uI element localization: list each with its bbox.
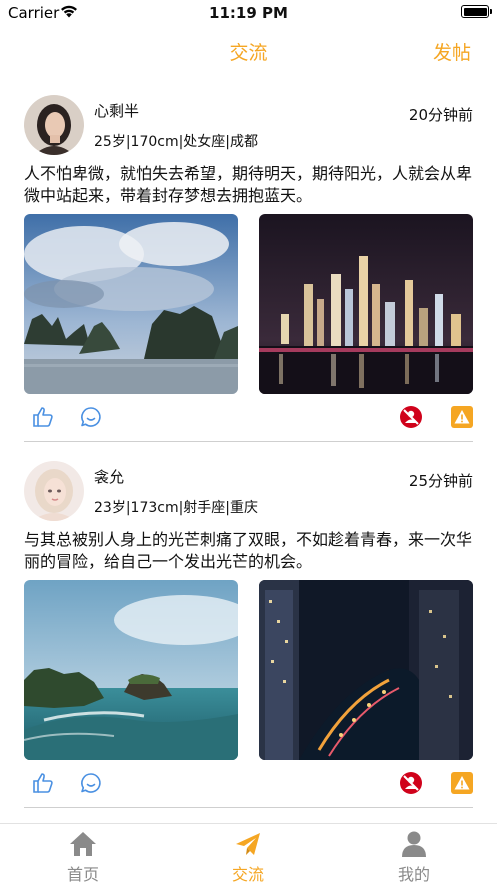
battery-icon — [461, 5, 492, 18]
tab-bar: 首页 交流 我的 — [0, 823, 497, 883]
tab-mine[interactable]: 我的 — [354, 824, 474, 883]
status-time: 11:19 PM — [209, 4, 288, 22]
home-icon — [70, 832, 96, 856]
nav-bar: 交流 发帖 — [0, 26, 497, 76]
post-content: 与其总被别人身上的光芒刺痛了双眼，不如趁着青春，来一次华丽的冒险，给自己一个发出… — [24, 530, 473, 571]
tab-exchange[interactable]: 交流 — [188, 824, 308, 883]
post-photo[interactable] — [259, 580, 473, 760]
post-photo[interactable] — [259, 214, 473, 394]
post-photo[interactable] — [24, 214, 238, 394]
comment-bubble-icon[interactable] — [79, 771, 103, 795]
post-feed[interactable]: 心剩半 20分钟前 25岁|170cm|处女座|成都 人不怕卑微，就怕失去希望，… — [0, 76, 497, 823]
user-info: 23岁|173cm|射手座|重庆 — [94, 500, 259, 516]
user-info: 25岁|170cm|处女座|成都 — [94, 134, 259, 150]
block-user-icon[interactable] — [399, 405, 423, 429]
warning-icon[interactable] — [450, 771, 474, 795]
user-avatar[interactable] — [24, 95, 84, 155]
user-name[interactable]: 心剩半 — [94, 100, 139, 121]
post-content: 人不怕卑微，就怕失去希望，期待明天，期待阳光，人就会从卑微中站起来，带着封存梦想… — [24, 164, 473, 205]
user-avatar[interactable] — [24, 461, 84, 521]
tab-label: 首页 — [66, 865, 99, 883]
paper-plane-icon — [236, 833, 260, 855]
post-card: 衾允 25分钟前 23岁|173cm|射手座|重庆 与其总被别人身上的光芒刺痛了… — [0, 442, 497, 808]
post-time: 20分钟前 — [408, 106, 473, 124]
post-card: 心剩半 20分钟前 25岁|170cm|处女座|成都 人不怕卑微，就怕失去希望，… — [0, 76, 497, 442]
post-divider — [24, 807, 473, 808]
comment-bubble-icon[interactable] — [79, 405, 103, 429]
warning-icon[interactable] — [450, 405, 474, 429]
post-button[interactable]: 发帖 — [433, 38, 471, 65]
tab-label: 我的 — [397, 865, 430, 883]
tab-home[interactable]: 首页 — [23, 824, 143, 883]
status-bar: Carrier 11:19 PM — [0, 0, 497, 26]
thumbs-up-icon[interactable] — [31, 405, 55, 429]
tab-label: 交流 — [231, 865, 264, 883]
block-user-icon[interactable] — [399, 771, 423, 795]
user-name[interactable]: 衾允 — [94, 466, 124, 487]
thumbs-up-icon[interactable] — [31, 771, 55, 795]
person-icon — [402, 831, 426, 857]
post-photo[interactable] — [24, 580, 238, 760]
page-title: 交流 — [229, 42, 268, 64]
post-time: 25分钟前 — [408, 472, 473, 490]
